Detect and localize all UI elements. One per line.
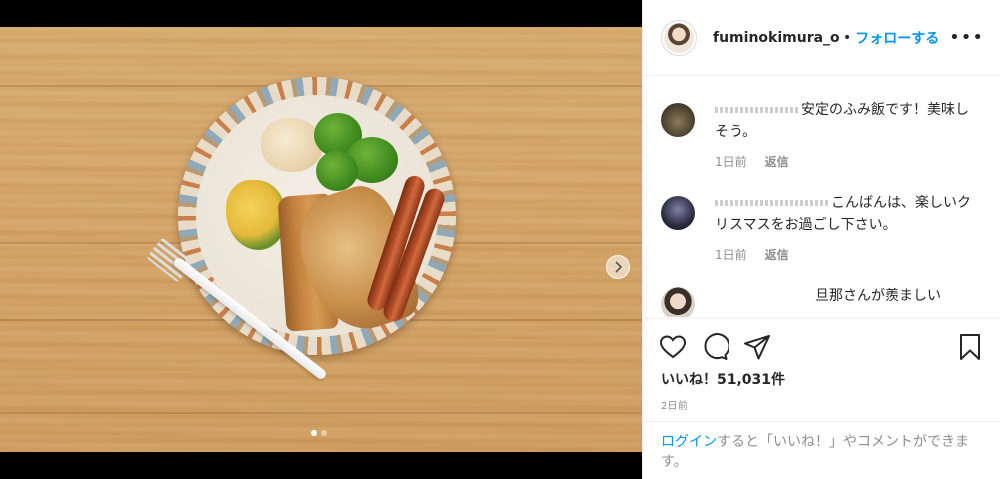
post-actions: いいね！51,031件 2日前 ログインすると「いいね！」やコメントができます。 [643, 318, 1000, 479]
reply-button[interactable]: 返信 [765, 246, 789, 263]
comment-age: 1日前 [715, 248, 747, 262]
separator-dot: • [843, 29, 852, 46]
heart-icon[interactable] [659, 333, 687, 361]
reply-button[interactable]: 返信 [765, 153, 789, 170]
commenter-username-redacted[interactable] [715, 107, 799, 113]
potato-salad [261, 118, 323, 172]
chevron-right-icon [615, 261, 623, 273]
broccoli [316, 151, 358, 191]
post-header: fuminokimura_offi • フォローする ••• [643, 0, 1000, 76]
comment-age: 1日前 [715, 155, 747, 169]
carousel-next-button[interactable] [606, 255, 630, 279]
comment-text: 旦那さんが羨ましい [815, 288, 941, 304]
login-link[interactable]: ログイン [661, 434, 717, 450]
scrambled-egg-spinach [226, 180, 286, 250]
comment-list[interactable]: 安定のふみ飯です！美味しそう。 1日前 返信 こんばんは、楽しいクリスマスをお過… [643, 77, 1000, 317]
bookmark-icon[interactable] [956, 333, 984, 361]
comment-item: こんばんは、楽しいクリスマスをお過ごし下さい。 1日前 返信 [661, 192, 981, 266]
comment-item: 安定のふみ飯です！美味しそう。 1日前 返信 [661, 99, 981, 173]
comment-meta: 1日前 返信 [715, 246, 789, 263]
profile-avatar[interactable] [661, 19, 697, 56]
post-photo[interactable] [0, 27, 642, 452]
post-side-panel: fuminokimura_offi • フォローする ••• 安定のふみ飯です！… [642, 0, 1000, 479]
login-prompt: ログインすると「いいね！」やコメントができます。 [643, 421, 1000, 472]
carousel-indicator [311, 430, 327, 436]
commenter-avatar[interactable] [661, 287, 695, 317]
commenter-avatar[interactable] [661, 196, 695, 230]
comment-icon[interactable] [701, 333, 729, 361]
carousel-dot-active [311, 430, 317, 436]
post-media [0, 0, 642, 479]
comment-meta: 1日前 返信 [715, 153, 789, 170]
post-timestamp[interactable]: 2日前 [661, 397, 688, 412]
commenter-avatar[interactable] [661, 103, 695, 137]
commenter-username-redacted[interactable] [715, 200, 829, 206]
comment-text-row: こんばんは、楽しいクリスマスをお過ごし下さい。 [715, 192, 981, 236]
table-plank-line [0, 412, 642, 414]
likes-count[interactable]: いいね！51,031件 [661, 369, 785, 389]
carousel-dot [321, 430, 327, 436]
comment-text-row: 旦那さんが羨ましい [715, 285, 981, 307]
username-link[interactable]: fuminokimura_offi [713, 30, 839, 46]
more-options-icon[interactable]: ••• [949, 27, 984, 48]
plate [178, 77, 456, 355]
share-icon[interactable] [743, 333, 771, 361]
action-icons [659, 333, 984, 361]
avatar-image [664, 22, 694, 53]
comment-text-row: 安定のふみ飯です！美味しそう。 [715, 99, 981, 143]
comment-item: 旦那さんが羨ましい [661, 285, 981, 317]
follow-button[interactable]: フォローする [855, 28, 939, 48]
